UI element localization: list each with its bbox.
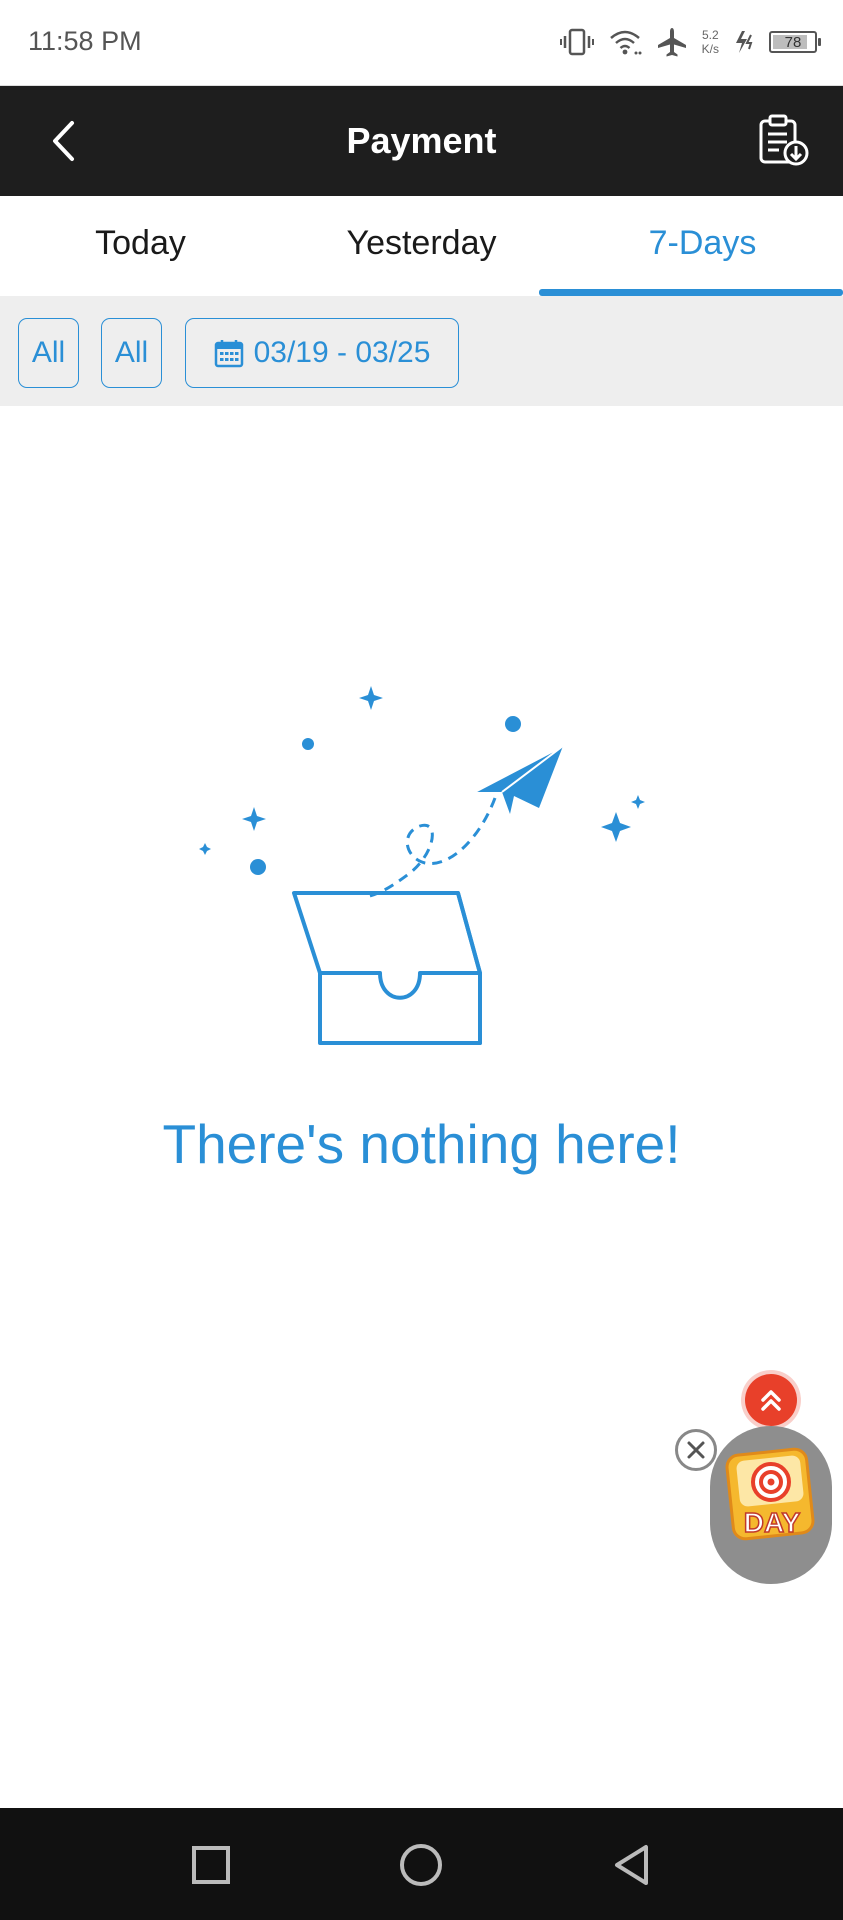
tab-7-days[interactable]: 7-Days (562, 196, 843, 296)
daily-promo-widget[interactable]: DAY (710, 1426, 832, 1584)
filter-bar: All All 03/19 - 03/25 (0, 296, 843, 406)
wifi-icon (609, 30, 642, 55)
network-speed-unit: K/s (701, 42, 719, 56)
promo-close-button[interactable] (675, 1429, 717, 1471)
tab-today[interactable]: Today (0, 196, 281, 296)
charging-bolt-icon (736, 31, 753, 53)
recent-apps-button[interactable] (186, 1840, 236, 1890)
inbox-tray-icon (292, 891, 482, 1045)
network-speed: 5.2 K/s (702, 28, 719, 56)
empty-inbox-illustration (199, 686, 645, 1045)
scroll-top-button[interactable] (745, 1374, 797, 1426)
date-range-label: 03/19 - 03/25 (253, 336, 431, 369)
tab-yesterday[interactable]: Yesterday (281, 196, 562, 296)
close-icon (687, 1441, 705, 1459)
period-tabs: Today Yesterday 7-Days (0, 196, 843, 296)
app-header: Payment (0, 86, 843, 196)
records-download-button[interactable] (753, 110, 813, 170)
status-time: 11:58 PM (28, 26, 142, 56)
date-range-button[interactable]: 03/19 - 03/25 (185, 318, 459, 388)
promo-badge-text: DAY (744, 1507, 801, 1538)
network-speed-value: 5.2 (701, 28, 719, 42)
status-icons: 5.2 K/s 78 (559, 22, 821, 62)
target-badge-icon: DAY (725, 1447, 815, 1541)
paper-plane-icon (474, 745, 564, 814)
vibrate-icon (559, 28, 594, 56)
status-bar: 11:58 PM 5.2 K/s 78 (0, 0, 843, 86)
status-filter-button[interactable]: All (101, 318, 162, 388)
plane-trail (369, 797, 497, 898)
system-back-button[interactable] (607, 1840, 657, 1890)
triangle-back-icon (615, 1845, 648, 1885)
page-title: Payment (346, 120, 497, 161)
circle-icon (400, 1844, 442, 1886)
battery-level: 78 (784, 33, 802, 51)
square-icon (192, 1846, 230, 1884)
empty-state-message: There's nothing here! (162, 1113, 681, 1175)
battery-icon: 78 (769, 31, 821, 53)
sparkle-decorations (199, 686, 645, 875)
calendar-icon (214, 340, 243, 368)
active-tab-indicator (539, 289, 843, 296)
system-nav-bar (0, 1808, 843, 1920)
home-button[interactable] (396, 1840, 446, 1890)
airplane-mode-icon (657, 28, 686, 57)
clipboard-download-icon (759, 114, 809, 166)
double-chevron-up-icon (761, 1390, 781, 1411)
type-filter-button[interactable]: All (18, 318, 79, 388)
